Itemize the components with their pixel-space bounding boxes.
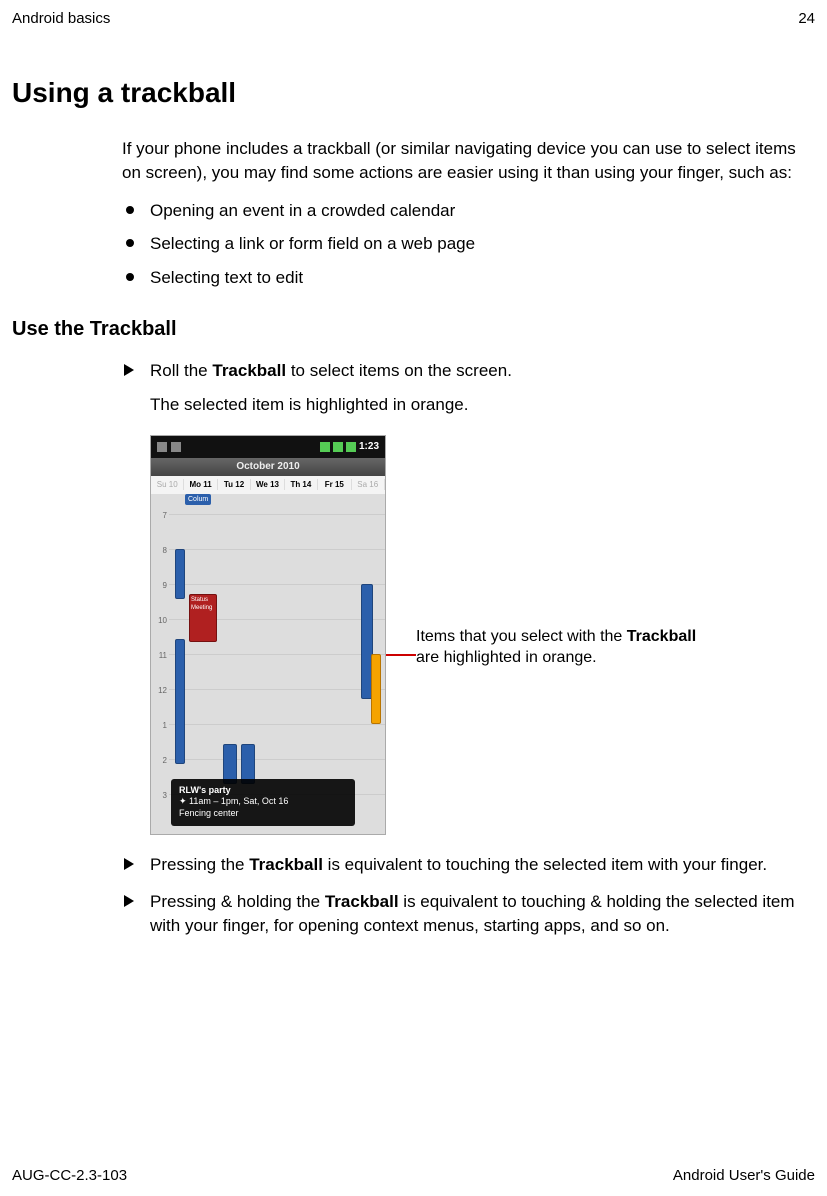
- clock-text: 1:23: [359, 440, 379, 454]
- tooltip-time: ✦ 11am – 1pm, Sat, Oct 16: [179, 796, 347, 808]
- hour-label: 10: [153, 615, 167, 626]
- day-cell: We 13: [251, 479, 284, 490]
- hour-label: 2: [153, 755, 167, 766]
- step-list: Roll the Trackball to select items on th…: [122, 359, 805, 938]
- phone-screenshot: 1:23 October 2010 Su 10 Mo 11 Tu 12 We 1…: [150, 435, 386, 835]
- subheading: Use the Trackball: [12, 318, 815, 341]
- step-text: Pressing & holding the: [150, 892, 325, 911]
- page-footer: AUG-CC-2.3-103 Android User's Guide: [12, 1167, 815, 1184]
- signal-icon: [333, 442, 343, 452]
- callout-leader-line: [386, 654, 416, 656]
- bold-term: Trackball: [325, 892, 399, 911]
- callout-pre: Items that you select with the: [416, 628, 627, 645]
- tooltip-title: RLW's party: [179, 785, 347, 797]
- day-header-row: Su 10 Mo 11 Tu 12 We 13 Th 14 Fr 15 Sa 1…: [151, 476, 385, 494]
- notification-icon: [157, 442, 167, 452]
- figure: 1:23 October 2010 Su 10 Mo 11 Tu 12 We 1…: [150, 435, 805, 835]
- hour-label: 9: [153, 580, 167, 591]
- status-left-icons: [157, 442, 181, 452]
- step-item: Pressing the Trackball is equivalent to …: [122, 853, 805, 877]
- list-item: Selecting text to edit: [122, 266, 805, 290]
- callout-post: are highlighted in orange.: [416, 649, 597, 666]
- battery-icon: [346, 442, 356, 452]
- step-item: Pressing & holding the Trackball is equi…: [122, 890, 805, 938]
- step-subtext: The selected item is highlighted in oran…: [150, 393, 805, 417]
- step-text: to select items on the screen.: [286, 361, 512, 380]
- notification-icon: [171, 442, 181, 452]
- hour-label: 1: [153, 720, 167, 731]
- day-cell: Su 10: [151, 479, 184, 490]
- hour-label: 7: [153, 510, 167, 521]
- grid-line: [169, 689, 385, 690]
- bold-term: Trackball: [249, 855, 323, 874]
- list-item: Opening an event in a crowded calendar: [122, 199, 805, 223]
- section-name: Android basics: [12, 10, 110, 27]
- day-cell: Sa 16: [352, 479, 385, 490]
- step-item: Roll the Trackball to select items on th…: [122, 359, 805, 835]
- callout-text: Items that you select with the Trackball…: [416, 627, 716, 669]
- grid-line: [169, 549, 385, 550]
- tooltip-location: Fencing center: [179, 808, 347, 820]
- calendar-event: [175, 639, 185, 764]
- page-title: Using a trackball: [12, 77, 815, 109]
- calendar-event: [175, 549, 185, 599]
- grid-line: [169, 654, 385, 655]
- hour-label: 11: [153, 650, 167, 661]
- calendar-event: Status Meeting: [189, 594, 217, 642]
- status-right: 1:23: [320, 440, 379, 454]
- grid-line: [169, 759, 385, 760]
- day-cell: Mo 11: [184, 479, 217, 490]
- doc-id: AUG-CC-2.3-103: [12, 1167, 127, 1184]
- list-item: Selecting a link or form field on a web …: [122, 232, 805, 256]
- grid-line: [169, 724, 385, 725]
- page-header: Android basics 24: [12, 10, 815, 27]
- status-bar: 1:23: [151, 436, 385, 458]
- month-header: October 2010: [151, 458, 385, 476]
- signal-icon: [320, 442, 330, 452]
- selected-event: [371, 654, 381, 724]
- doc-title: Android User's Guide: [673, 1167, 815, 1184]
- hour-label: 12: [153, 685, 167, 696]
- intro-paragraph: If your phone includes a trackball (or s…: [122, 137, 805, 185]
- grid-line: [169, 584, 385, 585]
- step-text: Roll the: [150, 361, 212, 380]
- bullet-list: Opening an event in a crowded calendar S…: [122, 199, 805, 290]
- grid-line: [169, 514, 385, 515]
- bold-term: Trackball: [212, 361, 286, 380]
- day-cell: Fr 15: [318, 479, 351, 490]
- calendar-event: [223, 744, 237, 784]
- event-tooltip: RLW's party ✦ 11am – 1pm, Sat, Oct 16 Fe…: [171, 779, 355, 826]
- bold-term: Trackball: [627, 628, 696, 645]
- calendar-event: [241, 744, 255, 784]
- step-text: is equivalent to touching the selected i…: [323, 855, 767, 874]
- hour-label: 8: [153, 545, 167, 556]
- day-cell: Tu 12: [218, 479, 251, 490]
- hour-label: 3: [153, 790, 167, 801]
- page-number: 24: [798, 10, 815, 27]
- step-text: Pressing the: [150, 855, 249, 874]
- day-cell: Th 14: [285, 479, 318, 490]
